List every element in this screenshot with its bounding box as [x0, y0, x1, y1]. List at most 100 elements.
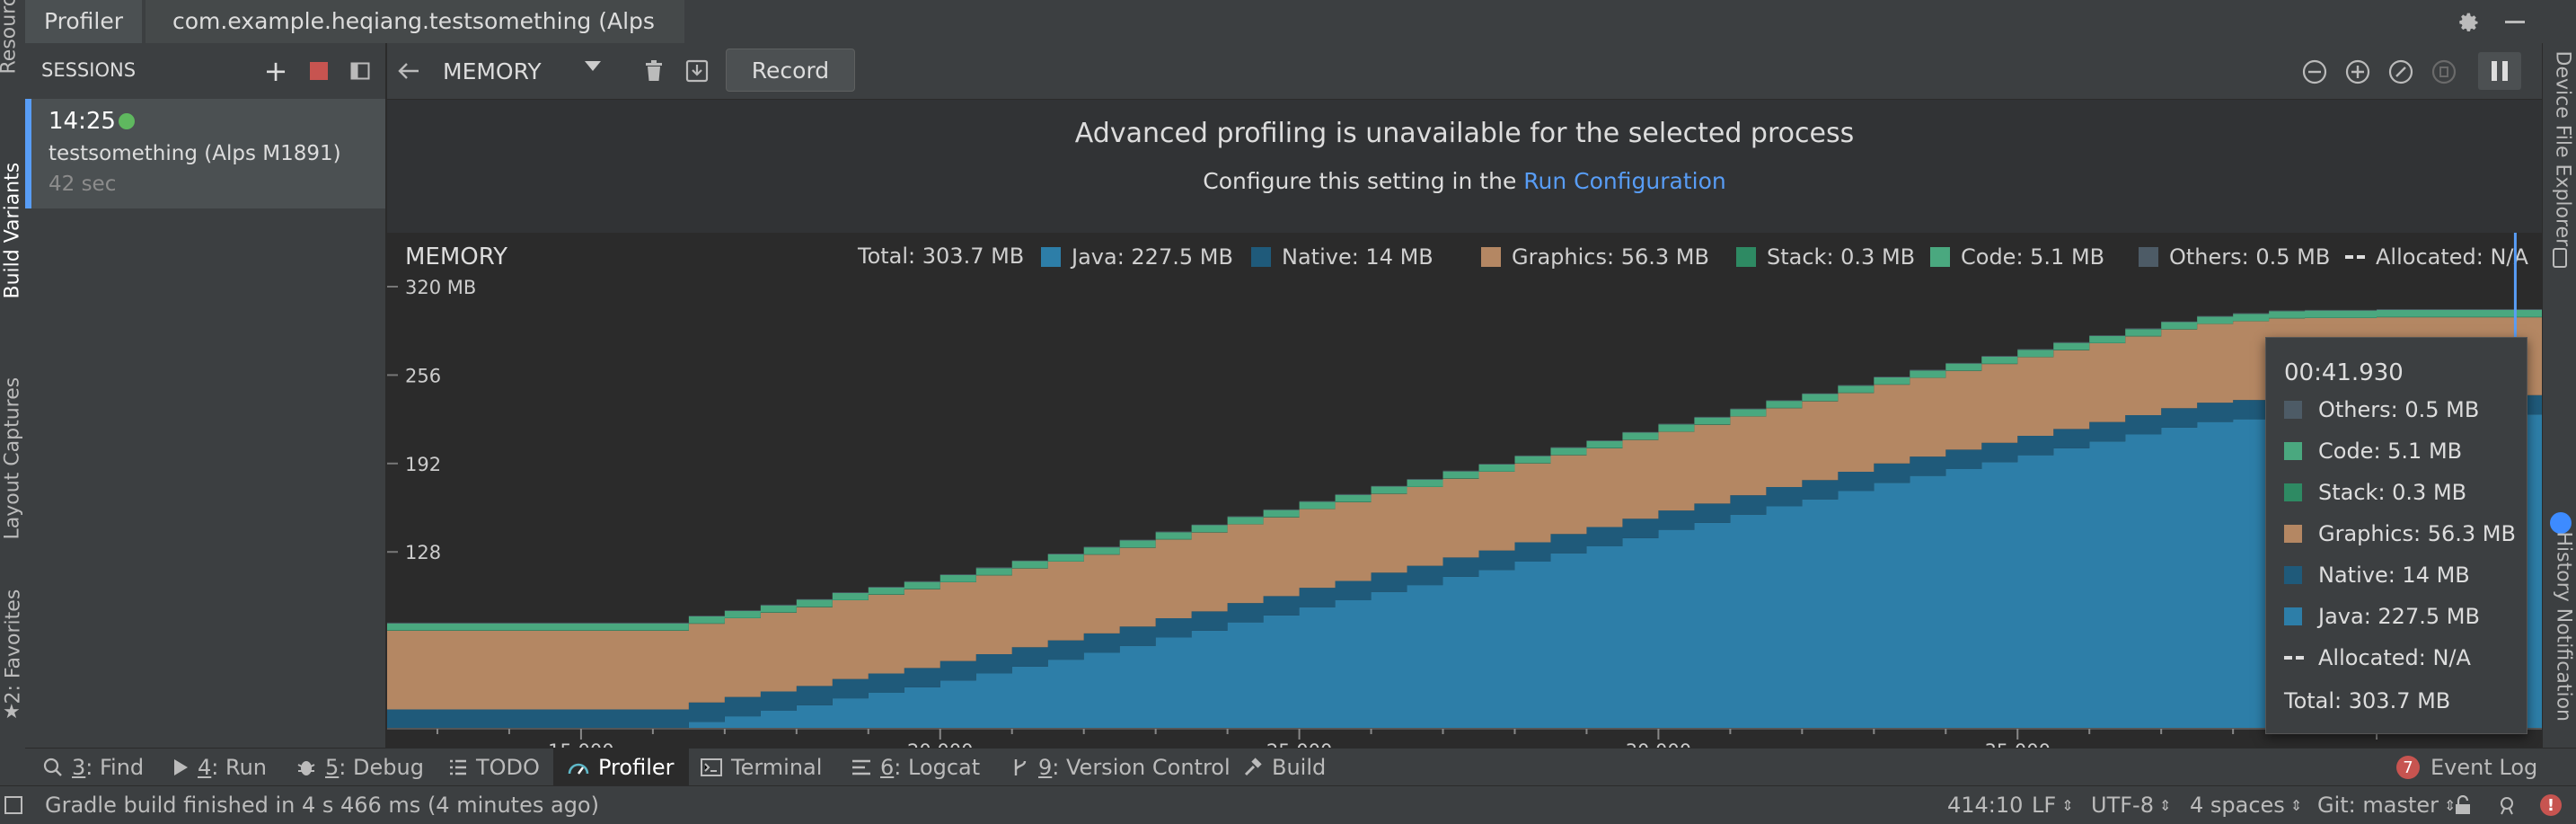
indent-setting[interactable]: 4 spaces ⇕ — [2190, 786, 2302, 824]
tool-shortcut: 6 — [880, 755, 895, 780]
tooltip-label: Allocated: N/A — [2318, 645, 2471, 670]
tool-profiler[interactable]: Profiler — [553, 749, 689, 786]
x-tick-label: 15.000 — [548, 740, 613, 748]
session-live-indicator — [119, 113, 135, 129]
tab-profiler[interactable]: Profiler — [25, 0, 142, 43]
star-icon: ★ — [3, 701, 21, 723]
tab-process[interactable]: com.example.heqiang.testsomething (Alps … — [146, 0, 684, 77]
inspector-icon[interactable] — [2497, 786, 2517, 824]
profiler-toolbar: MEMORY Record — [387, 43, 2542, 100]
lock-icon[interactable] — [2454, 786, 2472, 824]
tool-window-title-bar: Profiler com.example.heqiang.testsomethi… — [25, 0, 2576, 77]
tooltip-label: Code: 5.1 MB — [2318, 439, 2463, 464]
zoom-out-icon[interactable] — [2298, 56, 2331, 88]
tool-shortcut: 4 — [198, 755, 212, 780]
add-session-icon[interactable]: + — [260, 54, 291, 88]
updown-icon: ⇕ — [2158, 796, 2172, 814]
stripe-device-file-explorer[interactable]: Device File Explorer — [2552, 51, 2574, 267]
tooltip-row-allocated: Allocated: N/A — [2284, 640, 2471, 676]
tool-debug[interactable]: 5: Debug — [296, 749, 424, 786]
chevron-down-icon — [585, 61, 601, 71]
status-value: Git: master — [2317, 793, 2439, 818]
banner-subtitle: Configure this setting in the Run Config… — [387, 168, 2542, 194]
record-label: Record — [751, 57, 830, 84]
status-message[interactable]: Gradle build finished in 4 s 466 ms (4 m… — [45, 786, 599, 824]
stripe-label: History Notification — [2552, 531, 2575, 722]
stripe-layout-captures[interactable]: Layout Captures — [1, 377, 24, 540]
save-capture-icon[interactable] — [682, 56, 712, 86]
updown-icon: ⇕ — [2061, 796, 2074, 814]
tool-label: : Version Control — [1052, 755, 1231, 780]
line-separator[interactable]: LF ⇕ — [2032, 786, 2074, 824]
zoom-in-icon[interactable] — [2342, 56, 2374, 88]
error-indicator-icon[interactable]: ! — [2540, 786, 2562, 824]
x-tick-label: 20.000 — [907, 740, 973, 748]
session-selected-indicator — [25, 99, 31, 208]
stripe-label: Resource Manager — [0, 0, 21, 75]
event-log-badge: 7 — [2396, 756, 2420, 779]
tooltip-swatch — [2284, 401, 2302, 419]
session-name: testsomething (Alps M1891) — [49, 142, 341, 165]
tooltip-label: Total: 303.7 MB — [2284, 688, 2451, 713]
caret-position[interactable]: 414:10 — [1947, 786, 2023, 824]
tool-label: Terminal — [731, 755, 823, 780]
run-configuration-link[interactable]: Run Configuration — [1523, 168, 1725, 194]
search-icon — [43, 758, 63, 777]
terminal-icon — [701, 758, 722, 776]
banner-subtitle-text: Configure this setting in the — [1203, 168, 1517, 194]
attach-live-icon[interactable] — [2428, 56, 2460, 88]
y-tick-label: 320 MB — [405, 277, 476, 298]
tool-run[interactable]: 4: Run — [172, 749, 267, 786]
play-icon — [172, 758, 189, 776]
tooltip-row-graphics: Graphics: 56.3 MB — [2284, 516, 2516, 552]
stripe-resource-manager[interactable]: Resource Manager — [0, 0, 26, 75]
record-button[interactable]: Record — [726, 49, 855, 92]
hammer-icon — [1243, 758, 1263, 777]
stripe-label: 2: Favorites — [2, 589, 25, 704]
tool-label: TODO — [476, 755, 540, 780]
tool-shortcut: 5 — [325, 755, 340, 780]
stripe-favorites[interactable]: 2: Favorites — [3, 588, 25, 704]
tool-event-log[interactable]: 7 Event Log — [2396, 749, 2537, 786]
gear-icon[interactable] — [2454, 7, 2483, 36]
sessions-panel: SESSIONS + 14:25 testsomething (Alps M18… — [25, 43, 387, 748]
pause-icon[interactable] — [2478, 52, 2521, 90]
memory-chart[interactable]: 320 MB2561921286415.00020.00025.00030.00… — [387, 233, 2542, 748]
reset-zoom-icon[interactable] — [2385, 56, 2417, 88]
tool-shortcut: 3 — [72, 755, 86, 780]
profiler-select[interactable]: MEMORY — [443, 52, 604, 90]
session-item[interactable]: 14:25 testsomething (Alps M1891) 42 sec — [25, 99, 385, 208]
minimize-icon[interactable] — [2501, 7, 2529, 36]
session-duration: 42 sec — [49, 173, 117, 196]
file-encoding[interactable]: UTF-8 ⇕ — [2091, 786, 2171, 824]
stop-session-icon[interactable] — [304, 56, 334, 86]
stripe-label: Build Variants — [1, 162, 24, 299]
stripe-build-variants[interactable]: Build Variants — [2, 155, 24, 299]
tool-logcat[interactable]: 6: Logcat — [851, 749, 980, 786]
toggle-tool-windows-icon[interactable] — [4, 786, 23, 824]
sessions-title: SESSIONS — [41, 59, 137, 81]
git-branch[interactable]: Git: master ⇕ — [2317, 786, 2456, 824]
tool-version-control[interactable]: 9: Version Control — [1011, 749, 1231, 786]
profiler-gauge-icon — [568, 759, 589, 775]
x-tick-label: 35.000 — [1985, 740, 2051, 748]
delete-icon[interactable] — [639, 56, 669, 86]
tool-label: Event Log — [2430, 755, 2538, 780]
x-tick-label: 25.000 — [1266, 740, 1332, 748]
back-arrow-icon[interactable] — [391, 54, 427, 88]
tool-find[interactable]: 3: Find — [43, 749, 144, 786]
stripe-label: Layout Captures — [1, 377, 24, 540]
memory-chart-area: MEMORY Total: 303.7 MB Java: 227.5 MB Na… — [387, 233, 2542, 748]
tool-todo[interactable]: TODO — [449, 749, 540, 786]
tooltip-time: 00:41.930 — [2284, 359, 2404, 386]
tool-build[interactable]: Build — [1243, 749, 1326, 786]
stripe-label: Device File Explorer — [2551, 50, 2574, 247]
tab-label: Profiler — [43, 8, 123, 34]
stripe-history-notification[interactable]: History Notification — [2553, 532, 2575, 757]
tooltip-row-java: Java: 227.5 MB — [2284, 598, 2480, 634]
tool-label: : Run — [211, 755, 268, 780]
tool-terminal[interactable]: Terminal — [701, 749, 822, 786]
profiler-select-value: MEMORY — [443, 58, 542, 84]
collapse-panel-icon[interactable] — [345, 56, 375, 86]
tooltip-row-native: Native: 14 MB — [2284, 557, 2470, 593]
